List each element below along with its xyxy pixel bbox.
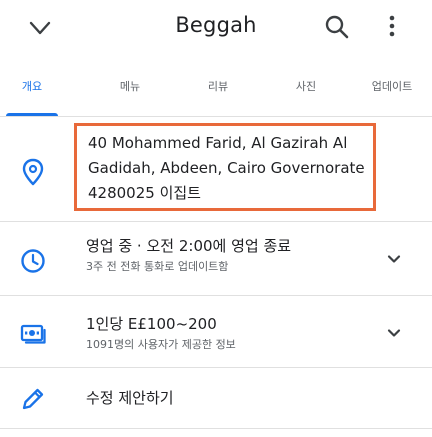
- app-header: Beggah: [0, 0, 432, 56]
- tab-photos[interactable]: 사진: [280, 74, 332, 116]
- chevron-down-icon[interactable]: [384, 323, 404, 343]
- tab-overview[interactable]: 개요: [6, 74, 58, 116]
- address-line-3: 4280025 이집트: [88, 184, 201, 202]
- price-row[interactable]: 1인당 E£100~200 1091명의 사용자가 제공한 정보: [0, 296, 432, 368]
- address-line-2: Gadidah, Abdeen, Cairo Governorate: [88, 159, 365, 177]
- suggest-edit-label: 수정 제안하기: [86, 389, 174, 407]
- hours-updated: 3주 전 전화 통화로 업데이트함: [86, 260, 229, 273]
- hours-status: 영업 중 · 오전 2:00에 영업 종료: [86, 237, 292, 255]
- tab-menu[interactable]: 메뉴: [104, 74, 156, 116]
- place-title: Beggah: [175, 13, 257, 37]
- location-pin-icon: [18, 157, 48, 187]
- hours-text: 영업 중 · 오전 2:00에 영업 종료 3주 전 전화 통화로 업데이트함: [86, 236, 378, 276]
- chevron-down-icon[interactable]: [384, 249, 404, 269]
- more-vert-icon[interactable]: [380, 12, 404, 42]
- tab-label: 업데이트: [371, 80, 413, 93]
- tab-label: 사진: [295, 80, 317, 93]
- tab-label: 리뷰: [207, 80, 229, 93]
- price-text: 1인당 E£100~200 1091명의 사용자가 제공한 정보: [86, 314, 378, 354]
- price-icon: [18, 318, 48, 348]
- tab-label: 메뉴: [119, 80, 141, 93]
- price-range: 1인당 E£100~200: [86, 315, 217, 333]
- suggest-edit-text: 수정 제안하기: [86, 388, 378, 408]
- clock-icon: [18, 246, 48, 276]
- suggest-edit-row[interactable]: 수정 제안하기: [0, 368, 432, 429]
- hours-row[interactable]: 영업 중 · 오전 2:00에 영업 종료 3주 전 전화 통화로 업데이트함: [0, 222, 432, 296]
- active-tab-indicator: [6, 113, 58, 116]
- place-details-page: Beggah 개요 메뉴 리뷰 사진 업데이트 40 Mohammed Fari…: [0, 0, 432, 437]
- tab-label: 개요: [21, 80, 43, 93]
- pencil-icon: [18, 384, 48, 414]
- tab-updates[interactable]: 업데이트: [356, 74, 428, 116]
- address-line-1: 40 Mohammed Farid, Al Gazirah Al: [88, 134, 348, 152]
- search-icon[interactable]: [322, 12, 352, 42]
- address-text[interactable]: 40 Mohammed Farid, Al Gazirah Al Gadidah…: [88, 131, 380, 206]
- price-source: 1091명의 사용자가 제공한 정보: [86, 338, 236, 351]
- tab-reviews[interactable]: 리뷰: [192, 74, 244, 116]
- tab-bar: 개요 메뉴 리뷰 사진 업데이트: [0, 56, 432, 117]
